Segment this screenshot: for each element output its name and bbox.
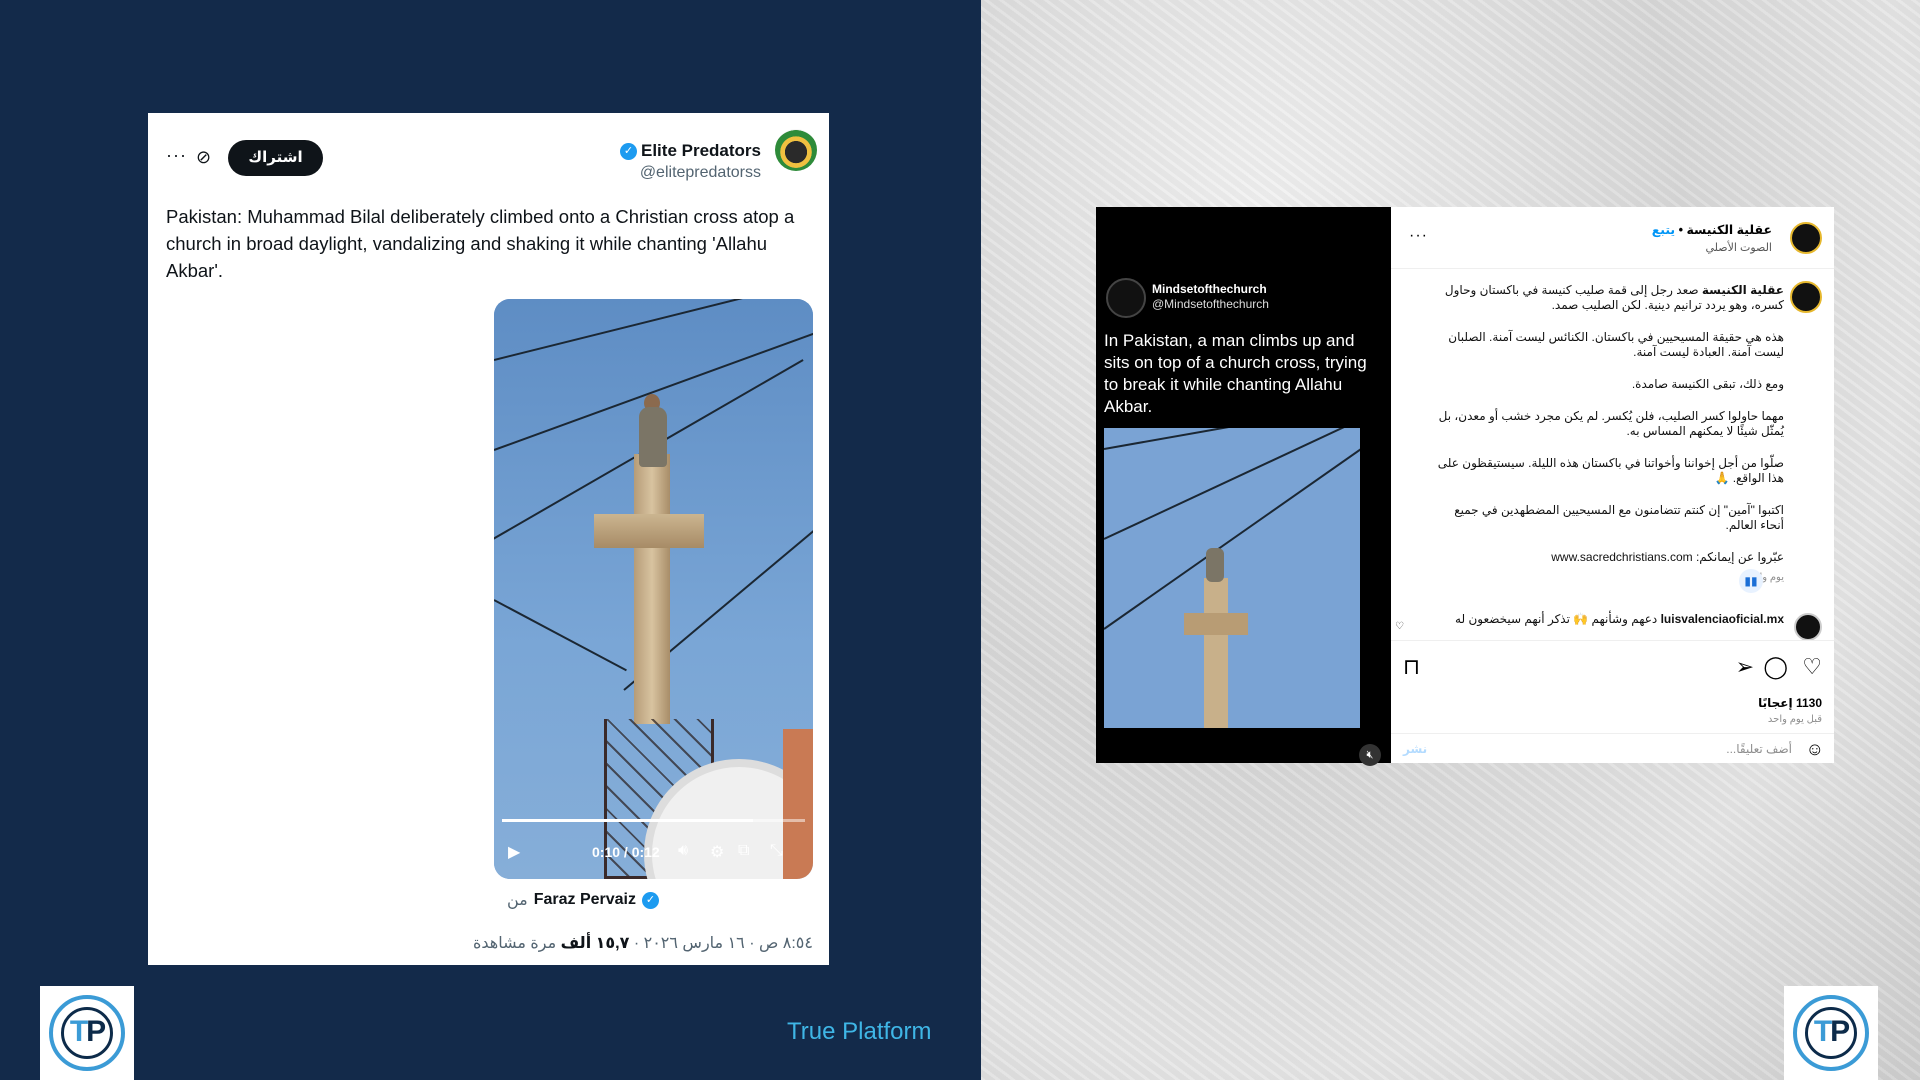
- emoji-icon[interactable]: ☺: [1806, 739, 1824, 760]
- instagram-card: Mindsetofthechurch @Mindsetofthechurch I…: [1096, 207, 1834, 766]
- tweet-text: Pakistan: Muhammad Bilal deliberately cl…: [166, 206, 795, 281]
- like-heart-icon[interactable]: ♡: [1802, 654, 1822, 680]
- volume-icon[interactable]: 🔊︎: [678, 842, 688, 860]
- add-comment-input[interactable]: أضف تعليقًا...: [1726, 742, 1792, 756]
- media-account-name: Mindsetofthechurch: [1152, 282, 1267, 296]
- media-account-handle: @Mindsetofthechurch: [1152, 297, 1269, 311]
- media-account-avatar: [1106, 278, 1146, 318]
- caption-link-label: عبّروا عن إيمانكم:: [1692, 550, 1784, 564]
- post-username-text[interactable]: عقلية الكنيسة: [1686, 223, 1772, 237]
- comment-username[interactable]: luisvalenciaoficial.mx: [1661, 612, 1784, 626]
- caption-paragraph: صلّوا من أجل إخواننا وأخواتنا في باكستان…: [1437, 456, 1784, 485]
- tweet-meta: ٨:٥٤ ص · ١٦ مارس ٢٠٢٦ · ١٥,٧ ألف مرة مشا…: [473, 933, 813, 953]
- bookmark-icon[interactable]: ⊓: [1403, 654, 1420, 680]
- caption-username[interactable]: عقلية الكنيسة: [1702, 283, 1784, 297]
- true-platform-logo: TP: [1784, 986, 1878, 1080]
- tweet-avatar[interactable]: [775, 129, 817, 171]
- more-options-icon[interactable]: ···: [1409, 227, 1428, 245]
- popout-icon[interactable]: ⧉: [738, 842, 749, 860]
- ellipsis-icon[interactable]: ···: [166, 145, 187, 166]
- post-actions: ♡ ◯ ➢ ⊓ 1130 إعجابًا قبل يوم واحد ☺ أضف …: [1391, 640, 1834, 760]
- logo-letter-t: T: [69, 1015, 88, 1048]
- from-label: من: [506, 892, 528, 909]
- caption-paragraph: مهما حاولوا كسر الصليب، فلن يُكسر. لم يك…: [1438, 409, 1784, 438]
- video-time: 0:10 / 0:12: [592, 844, 660, 860]
- grok-icon[interactable]: ⊘: [196, 147, 211, 168]
- caption-paragraph: اكتبوا "آمين" إن كنتم تتضامنون مع المسيح…: [1454, 503, 1784, 532]
- header-separator: •: [1675, 223, 1687, 237]
- caption-time: يوم واحد: [1748, 572, 1784, 583]
- play-icon[interactable]: ▶: [508, 842, 520, 862]
- tweet-display-name[interactable]: ✓ Elite Predators: [620, 141, 761, 161]
- original-audio-link[interactable]: الصوت الأصلي: [1705, 241, 1772, 254]
- tweet-card: ✓ Elite Predators @elitepredatorss اشترا…: [148, 113, 829, 965]
- post-username: عقلية الكنيسة • يتبع: [1652, 222, 1772, 237]
- caption-paragraph: هذه هي حقيقة المسيحيين في باكستان. الكنا…: [1448, 330, 1784, 359]
- subscribe-button[interactable]: اشتراك: [228, 140, 323, 176]
- video-source: من Faraz Pervaiz ✓: [507, 890, 659, 910]
- caption-link[interactable]: www.sacredchristians.com: [1551, 550, 1692, 564]
- post-avatar[interactable]: [1790, 222, 1822, 254]
- caption-avatar[interactable]: [1790, 281, 1822, 313]
- comment-text: دعهم وشأنهم 🙌 تذكر أنهم سيخضعون له: [1455, 612, 1661, 626]
- media-image: [1104, 428, 1360, 728]
- mute-icon[interactable]: 🔇︎: [1359, 744, 1381, 766]
- tweet-display-name-text[interactable]: Elite Predators: [641, 141, 761, 161]
- follow-button[interactable]: يتبع: [1652, 223, 1675, 237]
- instagram-sidebar: عقلية الكنيسة • يتبع الصوت الأصلي ··· عق…: [1391, 207, 1834, 763]
- cross-shape: [634, 454, 670, 724]
- logo-letter-p: P: [86, 1015, 106, 1048]
- man-figure: [639, 407, 667, 467]
- tweet-video[interactable]: ▶ 0:10 / 0:12 🔊︎ ⚙ ⧉ ⤡: [494, 299, 813, 879]
- media-text: In Pakistan, a man climbs up and sits on…: [1104, 331, 1367, 416]
- tweet-views-label: مرة مشاهدة: [473, 935, 561, 952]
- post-comment-button[interactable]: نشر: [1403, 742, 1427, 756]
- video-progress-bar[interactable]: [502, 819, 805, 822]
- tweet-handle[interactable]: @elitepredatorss: [640, 164, 761, 182]
- comment: luisvalenciaoficial.mx دعهم وشأنهم 🙌 تذك…: [1424, 612, 1784, 626]
- fullscreen-icon[interactable]: ⤡: [770, 842, 783, 860]
- verified-badge-icon: ✓: [620, 142, 637, 160]
- post-caption: عقلية الكنيسة صعد رجل إلى قمة صليب كنيسة…: [1429, 283, 1784, 585]
- from-name[interactable]: Faraz Pervaiz: [534, 891, 636, 909]
- comment-like-icon[interactable]: ♡: [1395, 621, 1404, 632]
- audio-wave-icon[interactable]: ▮▮: [1739, 569, 1763, 593]
- add-comment-bar: ☺ أضف تعليقًا... نشر: [1391, 733, 1834, 763]
- video-progress-fill: [502, 819, 754, 822]
- brand-label: True Platform: [787, 1018, 932, 1045]
- tweet-timestamp[interactable]: ٨:٥٤ ص · ١٦ مارس ٢٠٢٦ ·: [629, 935, 813, 952]
- caption-paragraph: ومع ذلك، تبقى الكنيسة صامدة.: [1631, 377, 1784, 391]
- post-age: قبل يوم واحد: [1767, 714, 1822, 725]
- commenter-avatar[interactable]: [1794, 613, 1822, 641]
- share-send-icon[interactable]: ➢: [1736, 654, 1754, 680]
- true-platform-logo: TP: [40, 986, 134, 1080]
- post-header: عقلية الكنيسة • يتبع الصوت الأصلي ···: [1391, 207, 1834, 269]
- instagram-reel-video[interactable]: Mindsetofthechurch @Mindsetofthechurch I…: [1096, 207, 1391, 766]
- settings-icon[interactable]: ⚙: [710, 842, 724, 862]
- verified-badge-icon: ✓: [642, 891, 659, 909]
- tweet-views-count: ١٥,٧ ألف: [560, 935, 630, 952]
- likes-count[interactable]: 1130 إعجابًا: [1758, 696, 1822, 710]
- comment-bubble-icon[interactable]: ◯: [1763, 654, 1788, 680]
